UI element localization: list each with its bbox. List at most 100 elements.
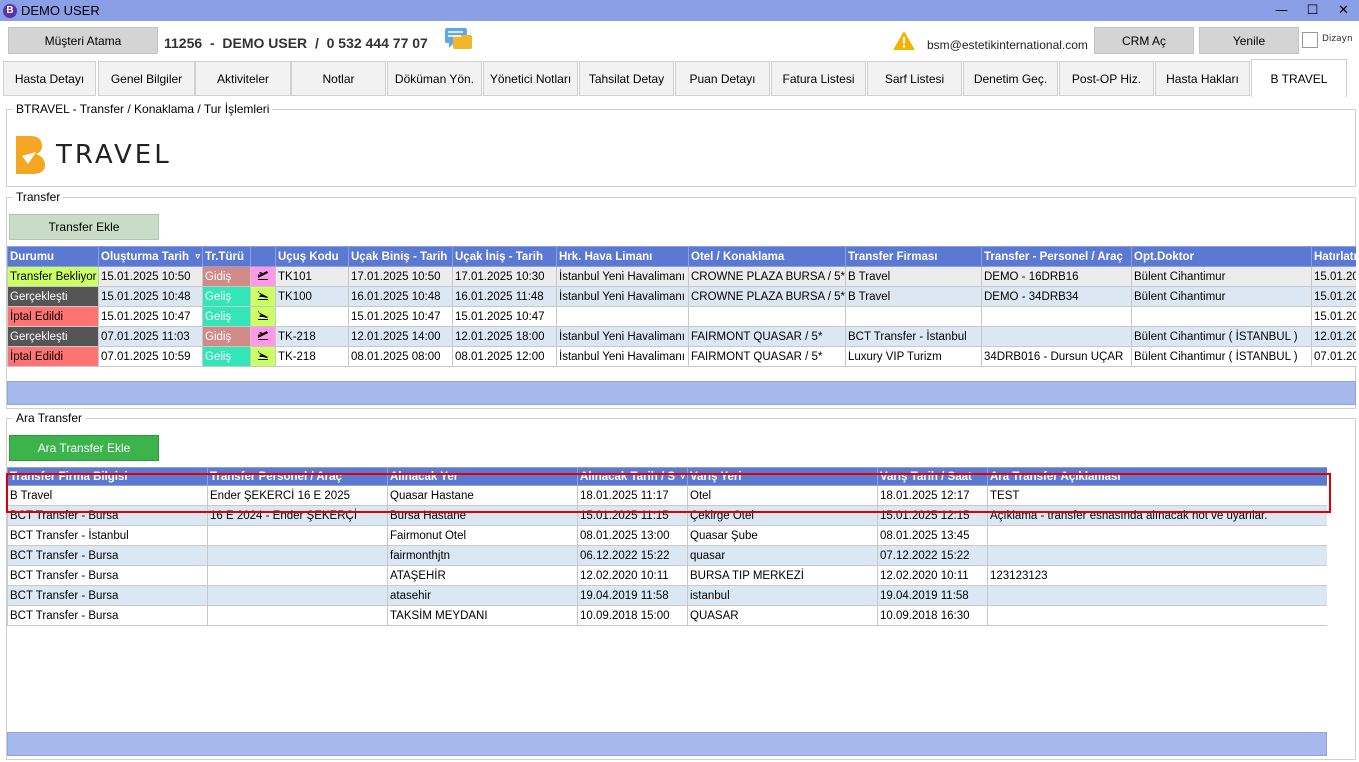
table-cell: BCT Transfer - Bursa [7,565,208,586]
col-olusturma-tarih[interactable]: Oluşturma Tarih ▿ [98,246,203,267]
tab-aktiviteler[interactable]: Aktiviteler [195,61,291,96]
warning-icon [893,31,915,50]
col-ucus-kodu[interactable]: Uçuş Kodu [275,246,349,267]
table-row[interactable]: İptal Edildi 15.01.2025 10:47 Geliş 15.0… [7,306,1356,327]
table-cell: 12.01.2025 18:00 [452,326,557,347]
table-cell: ATAŞEHİR [387,565,578,586]
table-cell: atasehir [387,585,578,606]
table-row[interactable]: BCT Transfer - Bursa atasehir 19.04.2019 1… [7,585,1327,606]
table-cell: 34DRB016 - Dursun UÇAR [981,346,1132,367]
col-durumu[interactable]: Durumu [7,246,99,267]
table-cell: Bülent Cihantimur [1131,286,1312,307]
table-cell: İstanbul Yeni Havalimanı [556,266,689,287]
table-cell [207,605,388,626]
col-transfer-firmasi[interactable]: Transfer Firması [845,246,982,267]
table-cell: quasar [687,545,878,566]
table-cell: Bülent Cihantimur ( İSTANBUL ) [1131,346,1312,367]
table-cell [207,545,388,566]
tab-genel-bilgiler[interactable]: Genel Bilgiler [98,61,195,96]
table-cell: TAKSİM MEYDANI [387,605,578,626]
plane-takeoff-icon [250,326,276,347]
ara-transfer-grid-footer [7,732,1327,756]
table-cell: 08.01.2025 13:00 [577,525,688,546]
tab-notlar[interactable]: Notlar [291,61,386,96]
table-cell: B Travel [845,286,982,307]
col-hatirlatma[interactable]: Hatırlatm [1311,246,1356,267]
table-cell: 15.01.20 [1311,306,1356,327]
table-row[interactable]: Gerçekleşti 15.01.2025 10:48 Geliş TK100… [7,286,1356,307]
table-cell: 10.09.2018 16:30 [877,605,988,626]
tab-fatura-listesi[interactable]: Fatura Listesi [771,61,866,96]
table-cell: 12.01.2025 14:00 [348,326,453,347]
tab-yonetici-notlari[interactable]: Yönetici Notları [483,61,578,96]
tab-post-op-hiz[interactable]: Post-OP Hiz. [1059,61,1154,96]
tab-tahsilat-detay[interactable]: Tahsilat Detay [579,61,674,96]
table-cell [688,306,846,327]
col-ucak-binis[interactable]: Uçak Biniş - Tarih [348,246,453,267]
close-icon[interactable]: ✕ [1328,0,1359,20]
table-cell: QUASAR [687,605,878,626]
table-cell [556,306,689,327]
col-icon[interactable] [250,246,276,267]
col-ucak-inis[interactable]: Uçak İniş - Tarih [452,246,557,267]
tab-hasta-haklari[interactable]: Hasta Hakları [1155,61,1250,96]
chat-icon[interactable] [444,27,474,53]
table-row[interactable]: BCT Transfer - İstanbul Fairmonut Otel 08.… [7,525,1327,546]
status-badge: İptal Edildi [7,346,99,367]
col-otel[interactable]: Otel / Konaklama [688,246,846,267]
tab-denetim-gec[interactable]: Denetim Geç. [963,61,1058,96]
btravel-group: BTRAVEL - Transfer / Konaklama / Tur İşl… [6,102,1356,187]
transfer-header-row: Durumu Oluşturma Tarih ▿ Tr.Türü Uçuş Kod… [7,246,1356,267]
patient-header: Müşteri Atama 11256 - DEMO USER / 0 532 … [0,22,1359,58]
table-cell [207,585,388,606]
table-row[interactable]: BCT Transfer - Bursa ATAŞEHİR 12.02.2020 1… [7,565,1327,586]
col-opt-doktor[interactable]: Opt.Doktor [1131,246,1312,267]
table-cell [987,605,1327,626]
table-row[interactable]: BCT Transfer - Bursa fairmonthjtn 06.12.20… [7,545,1327,566]
col-hava-limani[interactable]: Hrk. Hava Limanı [556,246,689,267]
tab-puan-detayi[interactable]: Puan Detayı [675,61,770,96]
yenile-button[interactable]: Yenile [1199,27,1299,54]
table-row[interactable]: BCT Transfer - Bursa TAKSİM MEYDANI 10.09.… [7,605,1327,626]
table-row[interactable]: İptal Edildi 07.01.2025 10:59 Geliş TK-2… [7,346,1356,367]
table-row[interactable]: Gerçekleşti 07.01.2025 11:03 Gidiş TK-21… [7,326,1356,347]
tab-b-travel[interactable]: B TRAVEL [1251,59,1347,97]
table-cell: 15.01.20 [1311,286,1356,307]
table-cell: TK101 [275,266,349,287]
table-cell: 17.01.2025 10:30 [452,266,557,287]
filter-icon[interactable]: ▿ [195,251,200,262]
tab-hasta-detayi[interactable]: Hasta Detayı [3,61,96,96]
app-logo-icon: B [3,3,17,18]
table-cell: 07.01.2025 10:59 [98,346,203,367]
table-cell: BURSA TIP MERKEZİ [687,565,878,586]
user-email: bsm@estetikinternational.com [927,38,1088,52]
table-cell [207,565,388,586]
col-personel-arac[interactable]: Transfer - Personel / Araç [981,246,1132,267]
tab-sarf-listesi[interactable]: Sarf Listesi [867,61,962,96]
table-cell: istanbul [687,585,878,606]
table-cell: Fairmonut Otel [387,525,578,546]
tab-dokuman-yon[interactable]: Döküman Yön. [387,61,482,96]
col-tr-turu[interactable]: Tr.Türü [202,246,251,267]
transfer-ekle-button[interactable]: Transfer Ekle [9,214,159,240]
minimize-icon[interactable]: — [1266,0,1297,20]
table-cell: CROWNE PLAZA BURSA / 5* [688,286,846,307]
ara-transfer-group-title: Ara Transfer [13,411,86,425]
dizayn-label: Dizayn [1322,34,1353,44]
table-cell: 16.01.2025 10:48 [348,286,453,307]
table-cell: 15.01.2025 10:47 [98,306,203,327]
table-cell: 123123123 [987,565,1327,586]
table-cell [987,585,1327,606]
crm-ac-button[interactable]: CRM Aç [1094,27,1194,54]
plane-landing-icon [250,306,276,327]
dizayn-checkbox[interactable] [1302,32,1318,48]
maximize-icon[interactable]: ☐ [1297,0,1328,20]
transfer-type-badge: Geliş [202,286,251,307]
table-cell: TK100 [275,286,349,307]
table-cell: DEMO - 16DRB16 [981,266,1132,287]
table-cell: TK-218 [275,346,349,367]
transfer-grid-footer [7,381,1356,405]
table-row[interactable]: Transfer Bekliyor 15.01.2025 10:50 Gidiş… [7,266,1356,287]
ara-transfer-ekle-button[interactable]: Ara Transfer Ekle [9,435,159,461]
musteri-atama-button[interactable]: Müşteri Atama [8,27,158,54]
